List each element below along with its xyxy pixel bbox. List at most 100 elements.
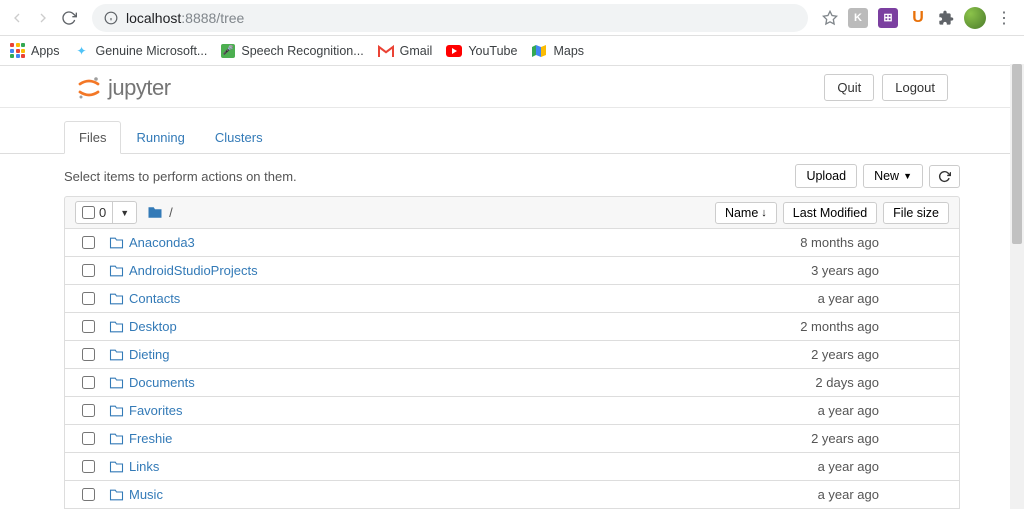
apps-button[interactable]: Apps xyxy=(10,43,60,58)
bookmark-item[interactable]: Gmail xyxy=(378,43,433,59)
sort-name-button[interactable]: Name ↓ xyxy=(715,202,777,224)
folder-icon xyxy=(109,377,123,389)
file-row: Favorites a year ago xyxy=(64,397,960,425)
scrollbar[interactable] xyxy=(1010,64,1024,509)
file-name-link[interactable]: Favorites xyxy=(129,403,182,418)
arrow-down-icon: ↓ xyxy=(761,207,767,219)
file-row: Desktop 2 months ago xyxy=(64,313,960,341)
file-modified: 2 years ago xyxy=(749,347,879,362)
extension-icon[interactable]: U xyxy=(908,8,928,28)
bookmark-star-icon[interactable] xyxy=(822,10,838,26)
file-name-link[interactable]: Anaconda3 xyxy=(129,235,195,250)
row-checkbox[interactable] xyxy=(82,460,95,473)
browser-menu-icon[interactable]: ⋮ xyxy=(996,8,1012,28)
folder-icon xyxy=(109,405,123,417)
bookmark-label: Genuine Microsoft... xyxy=(96,44,208,58)
bookmark-label: Maps xyxy=(553,44,584,58)
nav-forward-button[interactable] xyxy=(34,9,52,27)
row-checkbox[interactable] xyxy=(82,292,95,305)
file-name-link[interactable]: Contacts xyxy=(129,291,180,306)
action-hint: Select items to perform actions on them. xyxy=(64,169,297,184)
file-name-link[interactable]: Desktop xyxy=(129,319,177,334)
file-name-link[interactable]: AndroidStudioProjects xyxy=(129,263,258,278)
folder-icon xyxy=(109,265,123,277)
row-checkbox[interactable] xyxy=(82,376,95,389)
file-row: Musica year ago xyxy=(64,481,960,509)
folder-icon xyxy=(109,321,123,333)
maps-icon xyxy=(531,43,547,59)
breadcrumb[interactable]: / xyxy=(147,205,173,220)
file-modified: 2 months ago xyxy=(749,319,879,334)
browser-toolbar: localhost:8888/tree K ⊞ U ⋮ xyxy=(0,0,1024,36)
folder-icon xyxy=(109,293,123,305)
selected-count: 0 xyxy=(99,205,106,220)
extensions-menu-icon[interactable] xyxy=(938,10,954,26)
address-bar[interactable]: localhost:8888/tree xyxy=(92,4,808,32)
tabs-row: Files Running Clusters xyxy=(0,120,1024,154)
folder-icon xyxy=(109,237,123,249)
extension-icon[interactable]: K xyxy=(848,8,868,28)
row-checkbox[interactable] xyxy=(82,236,95,249)
site-info-icon[interactable] xyxy=(104,11,118,25)
file-name-link[interactable]: Links xyxy=(129,459,159,474)
file-row: Documents2 days ago xyxy=(64,369,960,397)
row-checkbox[interactable] xyxy=(82,432,95,445)
row-checkbox[interactable] xyxy=(82,404,95,417)
favicon-icon: 🎤 xyxy=(221,44,235,58)
sort-size-button[interactable]: File size xyxy=(883,202,949,224)
new-dropdown-button[interactable]: New▼ xyxy=(863,164,923,188)
quit-button[interactable]: Quit xyxy=(824,74,874,101)
tab-clusters[interactable]: Clusters xyxy=(200,121,278,154)
select-all-group: 0 ▼ xyxy=(75,201,137,224)
file-modified: 2 years ago xyxy=(749,431,879,446)
folder-icon xyxy=(109,489,123,501)
sort-modified-button[interactable]: Last Modified xyxy=(783,202,877,224)
tab-files[interactable]: Files xyxy=(64,121,121,154)
bookmark-label: YouTube xyxy=(468,44,517,58)
row-checkbox[interactable] xyxy=(82,488,95,501)
file-modified: a year ago xyxy=(749,403,879,418)
folder-icon xyxy=(147,206,163,219)
refresh-button[interactable] xyxy=(929,165,960,188)
select-dropdown-button[interactable]: ▼ xyxy=(113,205,136,221)
list-header: 0 ▼ / Name ↓ Last Modified File size xyxy=(64,196,960,229)
bookmark-item[interactable]: ✦ Genuine Microsoft... xyxy=(74,43,208,59)
file-modified: 8 months ago xyxy=(749,235,879,250)
extension-icon[interactable]: ⊞ xyxy=(878,8,898,28)
file-row: Contactsa year ago xyxy=(64,285,960,313)
reload-button[interactable] xyxy=(60,9,78,27)
row-checkbox[interactable] xyxy=(82,264,95,277)
bookmark-label: Speech Recognition... xyxy=(241,44,363,58)
gmail-icon xyxy=(378,43,394,59)
file-name-link[interactable]: Documents xyxy=(129,375,195,390)
bookmark-item[interactable]: 🎤 Speech Recognition... xyxy=(221,44,363,58)
file-modified: a year ago xyxy=(749,459,879,474)
bookmark-item[interactable]: YouTube xyxy=(446,43,517,59)
jupyter-logo[interactable]: jupyter xyxy=(76,75,171,101)
row-checkbox[interactable] xyxy=(82,320,95,333)
tab-running[interactable]: Running xyxy=(121,121,199,154)
row-checkbox[interactable] xyxy=(82,348,95,361)
file-row: Anaconda3 8 months ago xyxy=(64,229,960,257)
profile-avatar[interactable] xyxy=(964,7,986,29)
logout-button[interactable]: Logout xyxy=(882,74,948,101)
caret-down-icon: ▼ xyxy=(903,171,912,181)
url-text: localhost:8888/tree xyxy=(126,10,244,26)
file-name-link[interactable]: Dieting xyxy=(129,347,169,362)
breadcrumb-root: / xyxy=(169,205,173,220)
file-name-link[interactable]: Freshie xyxy=(129,431,172,446)
jupyter-header: jupyter Quit Logout xyxy=(0,66,1024,108)
folder-icon xyxy=(109,349,123,361)
apps-grid-icon xyxy=(10,43,25,58)
select-all-checkbox[interactable] xyxy=(82,206,95,219)
jupyter-page: jupyter Quit Logout Files Running Cluste… xyxy=(0,66,1024,529)
file-modified: 3 years ago xyxy=(749,263,879,278)
apps-label: Apps xyxy=(31,44,60,58)
scrollbar-thumb[interactable] xyxy=(1012,64,1022,244)
nav-back-button[interactable] xyxy=(8,9,26,27)
file-name-link[interactable]: Music xyxy=(129,487,163,502)
bookmark-item[interactable]: Maps xyxy=(531,43,584,59)
bookmarks-bar: Apps ✦ Genuine Microsoft... 🎤 Speech Rec… xyxy=(0,36,1024,66)
upload-button[interactable]: Upload xyxy=(795,164,857,188)
file-row: AndroidStudioProjects 3 years ago xyxy=(64,257,960,285)
